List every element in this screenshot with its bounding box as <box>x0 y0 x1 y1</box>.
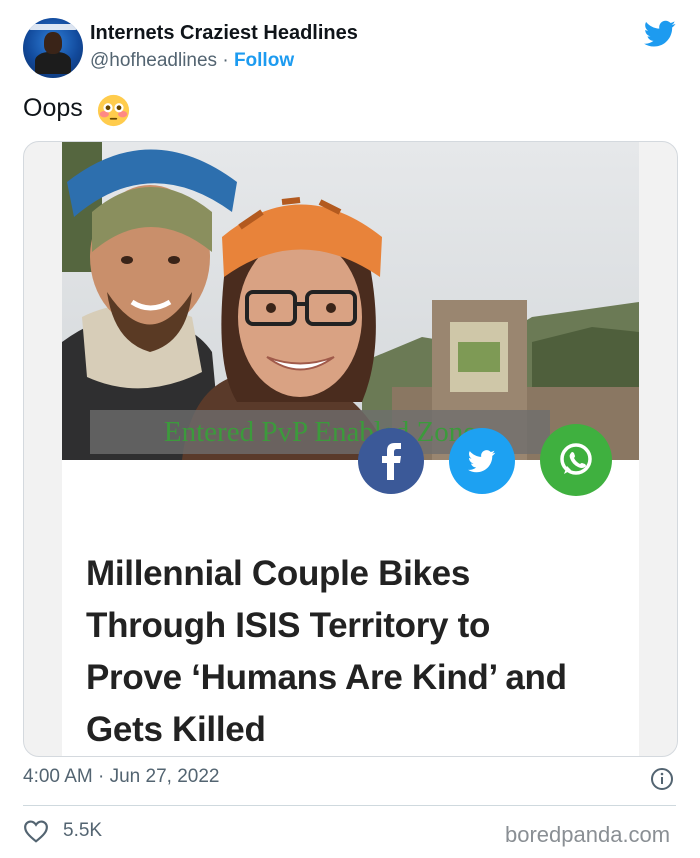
avatar-figure-face <box>44 32 62 54</box>
tweet-timestamp[interactable]: 4:00 AM · Jun 27, 2022 <box>23 766 219 788</box>
whatsapp-share-button[interactable] <box>540 424 612 496</box>
facebook-icon <box>358 428 424 494</box>
tweet-text: Oops <box>23 94 83 122</box>
tweet-media[interactable]: Entered PvP Enabled Zone Millennial Coup… <box>23 141 678 757</box>
follow-button[interactable]: Follow <box>234 50 294 71</box>
flushed-face-emoji <box>97 94 130 127</box>
like-count: 5.5K <box>63 820 103 841</box>
avatar-figure-body <box>35 52 71 74</box>
facebook-share-button[interactable] <box>358 428 424 494</box>
author-avatar[interactable] <box>23 18 83 78</box>
article-screenshot: Entered PvP Enabled Zone Millennial Coup… <box>62 142 639 756</box>
info-circle-icon[interactable] <box>650 767 674 791</box>
author-display-name[interactable]: Internets Craziest Headlines <box>90 22 358 45</box>
whatsapp-icon <box>540 424 612 496</box>
like-button[interactable]: 5.5K <box>23 817 102 845</box>
author-handle[interactable]: @hofheadlines <box>90 50 217 71</box>
article-headline: Millennial Couple Bikes Through ISIS Ter… <box>86 548 626 756</box>
handle-separator: · <box>222 50 229 71</box>
headline-line: Through ISIS Territory to <box>86 606 491 645</box>
footer-divider <box>23 805 676 806</box>
twitter-share-button[interactable] <box>449 428 515 494</box>
site-watermark: boredpanda.com <box>505 822 671 847</box>
heart-icon <box>24 820 48 843</box>
headline-line: Prove ‘Humans Are Kind’ and <box>86 658 567 697</box>
twitter-bird-icon[interactable] <box>644 20 676 48</box>
headline-line: Millennial Couple Bikes <box>86 554 471 593</box>
twitter-icon <box>449 428 515 494</box>
author-handle-row: @hofheadlines · Follow <box>90 50 294 72</box>
headline-line: Gets Killed <box>86 710 266 749</box>
avatar-banner <box>29 24 77 30</box>
